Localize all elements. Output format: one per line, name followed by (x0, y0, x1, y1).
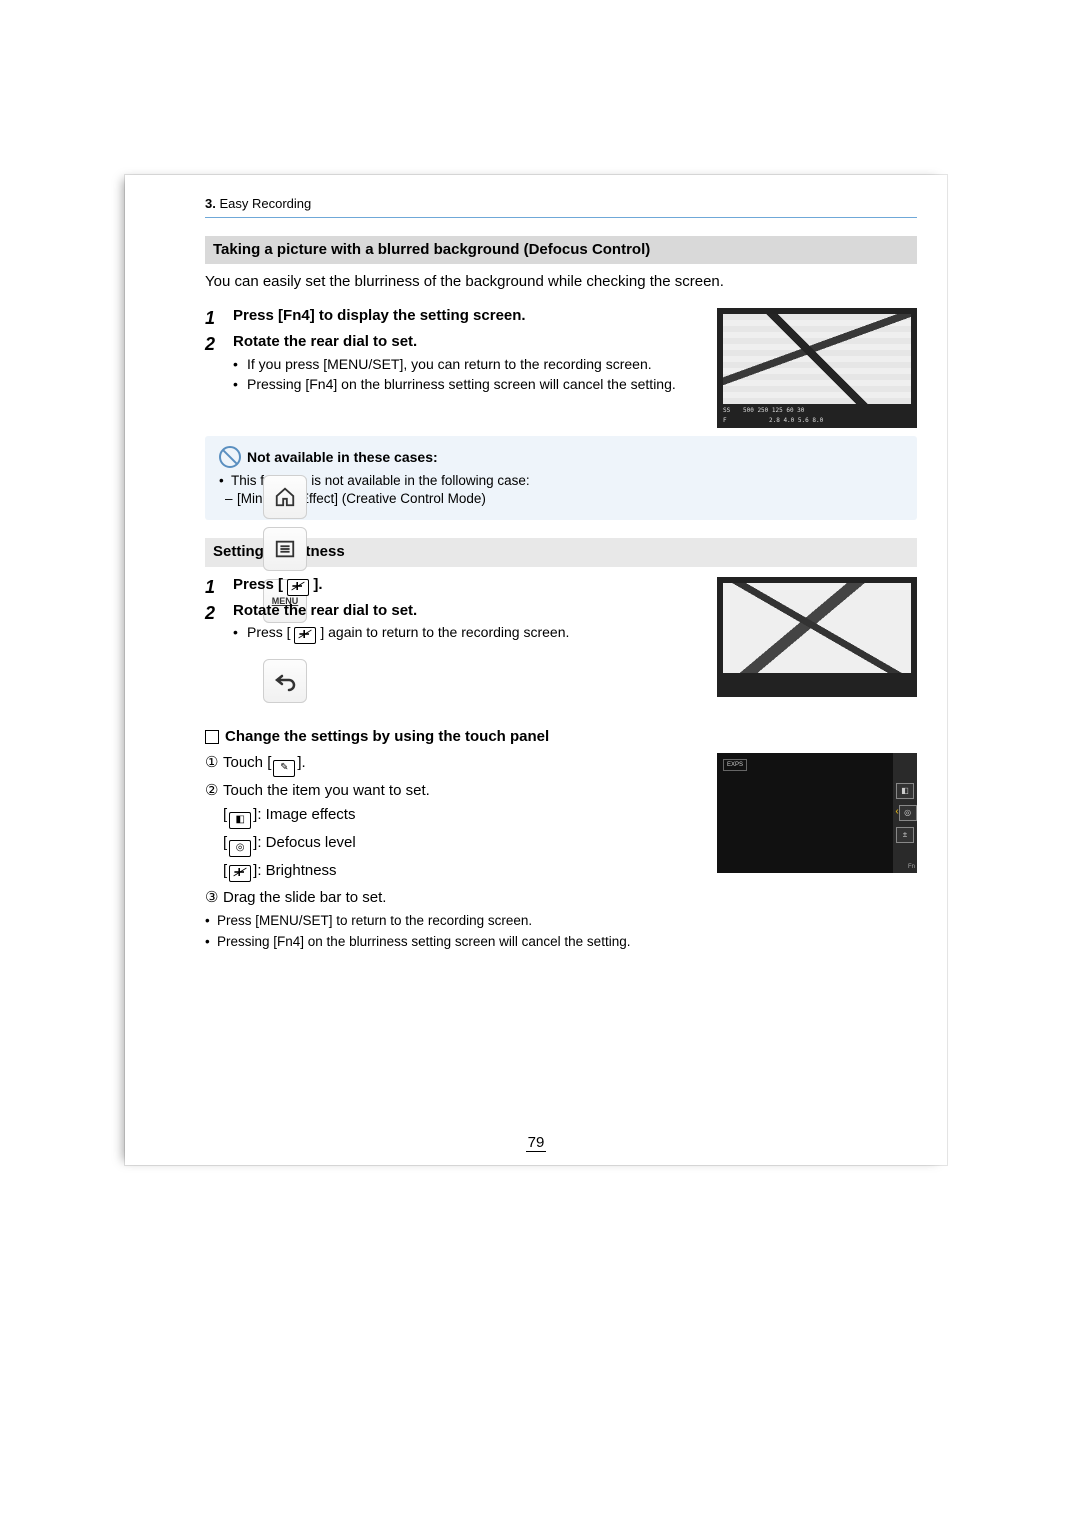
note-heading: Not available in these cases: (247, 448, 438, 467)
touch-illus-label: EXPS (723, 759, 747, 771)
step-2-bullet-2: Pressing [Fn4] on the blurriness setting… (247, 375, 676, 394)
section-heading-brightness: Setting brightness (205, 538, 917, 566)
touch-bullet-1: Press [MENU/SET] to return to the record… (217, 912, 532, 930)
list-icon (274, 538, 296, 560)
section-intro-text: You can easily set the blurriness of the… (205, 272, 917, 292)
home-button[interactable] (263, 475, 307, 519)
step-2-title: Rotate the rear dial to set. (233, 332, 705, 352)
chapter-number: 3. (205, 196, 216, 211)
step-number: 2 (205, 332, 233, 394)
touch-icon-brightness: ± (896, 827, 914, 843)
step-number: 1 (205, 306, 233, 330)
step-1-title: Press [Fn4] to display the setting scree… (233, 306, 705, 326)
section-heading-defocus: Taking a picture with a blurred backgrou… (205, 236, 917, 264)
steps-defocus: 1 Press [Fn4] to display the setting scr… (205, 306, 917, 394)
illus-ss-label: SS (723, 407, 739, 415)
manual-page: MENU 3. Easy Recording Taking a picture … (125, 175, 947, 1165)
step-2-brightness-bullet: Press [ ] again to return to the recordi… (247, 623, 569, 644)
touch-step-3: Drag the slide bar to set. (223, 888, 386, 908)
step-2-brightness: Rotate the rear dial to set. (233, 601, 705, 621)
circled-number-1: ① (205, 753, 223, 777)
step-2-bullet-1: If you press [MENU/SET], you can return … (247, 355, 652, 374)
back-button[interactable] (263, 659, 307, 703)
touch-icon-defocus: ◎ (899, 805, 917, 821)
page-number: 79 (125, 1134, 947, 1151)
brightness-icon (229, 865, 251, 882)
touch-icon-effects: ◧ (896, 783, 914, 799)
touch-tab-icon: ✎ (273, 760, 295, 777)
illus-f-label: F (723, 417, 739, 425)
page-content: 3. Easy Recording Taking a picture with … (125, 175, 947, 971)
touch-step-2: Touch the item you want to set. (223, 781, 430, 801)
circled-number-2: ② (205, 781, 223, 801)
contents-button[interactable] (263, 527, 307, 571)
touch-step-1: Touch [✎]. (223, 753, 306, 777)
chapter-title: Easy Recording (216, 196, 311, 211)
step-number: 2 (205, 601, 233, 644)
breadcrumb: 3. Easy Recording (205, 195, 917, 218)
circled-number-3: ③ (205, 888, 223, 908)
touch-subheading: Change the settings by using the touch p… (205, 727, 917, 747)
back-icon (273, 669, 297, 693)
image-effects-icon: ◧ (229, 812, 251, 829)
illustration-touch: EXPS ◧ ‹◎ ± Fn (717, 753, 917, 873)
not-available-icon (219, 446, 241, 468)
exposure-comp-icon (294, 627, 316, 644)
touch-illus-fn: Fn (908, 863, 915, 871)
touch-bullet-2: Pressing [Fn4] on the blurriness setting… (217, 933, 630, 951)
illus-ss-values: 500 250 125 60 30 (743, 407, 804, 415)
step-1-brightness: Press [ ]. (233, 575, 705, 596)
exposure-comp-icon (287, 579, 309, 596)
steps-brightness: 1 Press [ ]. 2 Rotate the rear dial to s… (205, 575, 917, 645)
step-number: 1 (205, 575, 233, 599)
home-icon (274, 486, 296, 508)
note-box: Not available in these cases: •This func… (205, 436, 917, 520)
defocus-level-icon: ◎ (229, 840, 251, 857)
illus-f-values: 2.8 4.0 5.6 8.0 (769, 417, 823, 425)
square-bullet-icon (205, 730, 219, 744)
